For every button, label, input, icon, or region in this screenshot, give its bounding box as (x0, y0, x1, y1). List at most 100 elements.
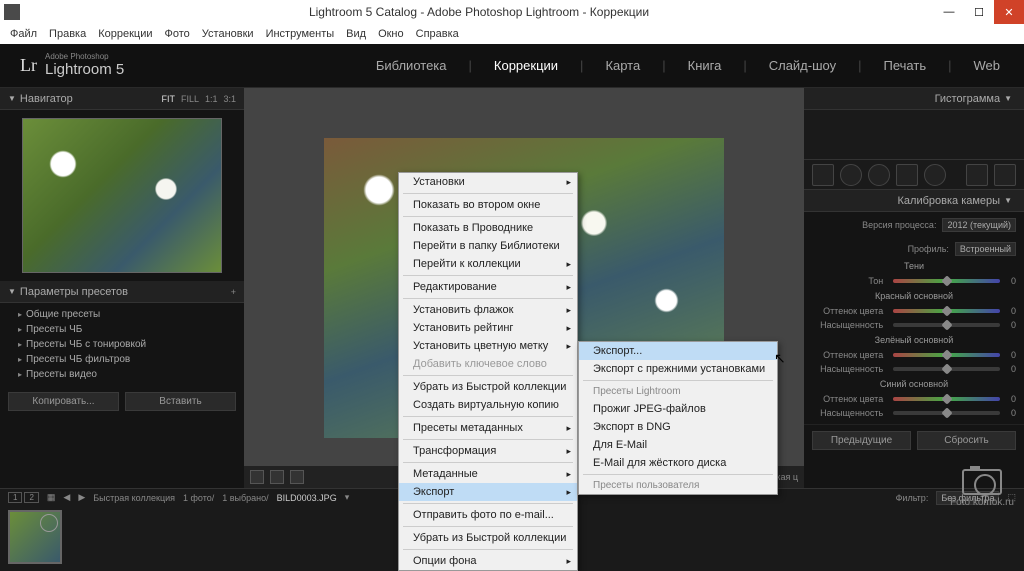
menu-item[interactable]: Экспорт... (579, 342, 777, 360)
logo-product: Lightroom 5 (45, 61, 124, 78)
module-6[interactable]: Web (970, 58, 1005, 73)
tone-value: 0 (1004, 276, 1016, 286)
module-5[interactable]: Печать (880, 58, 931, 73)
copy-button[interactable]: Копировать... (8, 392, 119, 411)
menu-правка[interactable]: Правка (43, 28, 92, 40)
reset-button[interactable]: Сбросить (917, 431, 1016, 450)
dropdown-icon[interactable]: ▾ (345, 492, 350, 503)
menu-item[interactable]: Перейти в папку Библиотеки (399, 237, 577, 255)
presets-title: Параметры пресетов (20, 286, 128, 298)
menu-item[interactable]: Для E-Mail (579, 436, 777, 454)
crop-tool-icon[interactable] (812, 164, 834, 186)
menu-item[interactable]: Отправить фото по e-mail... (399, 506, 577, 524)
survey-icon[interactable] (290, 470, 304, 484)
menu-item[interactable]: Показать в Проводнике (399, 219, 577, 237)
preset-folder[interactable]: Общие пресеты (0, 307, 244, 322)
module-0[interactable]: Библиотека (372, 58, 451, 73)
logo-vendor: Adobe Photoshop (45, 53, 124, 61)
preset-folder[interactable]: Пресеты видео (0, 367, 244, 382)
brush-tool-icon[interactable] (966, 164, 988, 186)
nav-mode-1:1[interactable]: 1:1 (205, 94, 218, 104)
paste-button[interactable]: Вставить (125, 392, 236, 411)
menu-item[interactable]: Установить флажок (399, 301, 577, 319)
menu-item[interactable]: Перейти к коллекции (399, 255, 577, 273)
histogram-header[interactable]: Гистограмма ▼ (804, 88, 1024, 110)
menu-item[interactable]: Пресеты метаданных (399, 419, 577, 437)
navigator-header[interactable]: ▼ Навигатор FITFILL1:13:1 (0, 88, 244, 110)
menu-item[interactable]: Экспорт (399, 483, 577, 501)
menu-item[interactable]: Установить цветную метку (399, 337, 577, 355)
menu-инструменты[interactable]: Инструменты (260, 28, 341, 40)
menu-item[interactable]: Установки (399, 173, 577, 191)
menu-item[interactable]: Прожиг JPEG-файлов (579, 400, 777, 418)
nav-mode-3:1[interactable]: 3:1 (223, 94, 236, 104)
radial-filter-icon[interactable] (924, 164, 946, 186)
calibration-title: Калибровка камеры (898, 195, 1001, 207)
menu-item[interactable]: Показать во втором окне (399, 196, 577, 214)
menu-item[interactable]: Экспорт с прежними установками (579, 360, 777, 378)
histogram[interactable] (804, 110, 1024, 160)
menu-справка[interactable]: Справка (410, 28, 465, 40)
menu-item[interactable]: E-Mail для жёсткого диска (579, 454, 777, 472)
menu-коррекции[interactable]: Коррекции (92, 28, 158, 40)
menu-item[interactable]: Убрать из Быстрой коллекции (399, 529, 577, 547)
collection-name[interactable]: Быстрая коллекция (93, 493, 175, 503)
menu-файл[interactable]: Файл (4, 28, 43, 40)
preset-folder[interactable]: Пресеты ЧБ фильтров (0, 352, 244, 367)
module-1[interactable]: Коррекции (490, 58, 562, 73)
menu-item[interactable]: Метаданные (399, 465, 577, 483)
switch-icon[interactable] (994, 164, 1016, 186)
menu-вид[interactable]: Вид (340, 28, 372, 40)
presets-header[interactable]: ▼ Параметры пресетов + (0, 281, 244, 303)
profile-dropdown[interactable]: Встроенный (955, 242, 1016, 256)
menu-окно[interactable]: Окно (372, 28, 410, 40)
menu-item[interactable]: Опции фона (399, 552, 577, 570)
nav-back-icon[interactable]: ◀ (63, 492, 70, 503)
menu-item[interactable]: Убрать из Быстрой коллекции (399, 378, 577, 396)
green-hue-slider[interactable] (893, 353, 1000, 357)
close-button[interactable]: ✕ (994, 0, 1024, 24)
redeye-tool-icon[interactable] (868, 164, 890, 186)
maximize-button[interactable]: ☐ (964, 0, 994, 24)
preset-folder[interactable]: Пресеты ЧБ с тонировкой (0, 337, 244, 352)
calibration-header[interactable]: Калибровка камеры ▼ (804, 190, 1024, 212)
menu-section-header: Пресеты Lightroom (579, 383, 777, 400)
menu-установки[interactable]: Установки (196, 28, 260, 40)
menu-item[interactable]: Экспорт в DNG (579, 418, 777, 436)
menu-item[interactable]: Создать виртуальную копию (399, 396, 577, 414)
module-4[interactable]: Слайд-шоу (765, 58, 840, 73)
minimize-button[interactable]: — (934, 0, 964, 24)
secondary-display-pages[interactable]: 1 2 (8, 492, 39, 503)
red-sat-slider[interactable] (893, 323, 1000, 327)
navigator-preview[interactable] (0, 110, 244, 281)
tone-slider[interactable] (893, 279, 1000, 283)
green-sat-slider[interactable] (893, 367, 1000, 371)
grid-icon[interactable]: ▦ (47, 492, 56, 503)
menu-item[interactable]: Редактирование (399, 278, 577, 296)
red-primary-label: Красный основной (812, 288, 1016, 304)
filmstrip-thumbnail[interactable] (8, 510, 62, 564)
module-3[interactable]: Книга (684, 58, 726, 73)
compare-icon[interactable] (270, 470, 284, 484)
view-mode-icon[interactable] (250, 470, 264, 484)
menu-item[interactable]: Трансформация (399, 442, 577, 460)
nav-mode-fit[interactable]: FIT (161, 94, 175, 104)
spot-tool-icon[interactable] (840, 164, 862, 186)
grad-filter-icon[interactable] (896, 164, 918, 186)
previous-button[interactable]: Предыдущие (812, 431, 911, 450)
process-version-dropdown[interactable]: 2012 (текущий) (942, 218, 1016, 232)
menu-item[interactable]: Установить рейтинг (399, 319, 577, 337)
menu-фото[interactable]: Фото (159, 28, 196, 40)
add-preset-icon[interactable]: + (231, 287, 236, 297)
blue-hue-slider[interactable] (893, 397, 1000, 401)
blue-primary-label: Синий основной (812, 376, 1016, 392)
preset-folder[interactable]: Пресеты ЧБ (0, 322, 244, 337)
window-title: Lightroom 5 Catalog - Adobe Photoshop Li… (24, 5, 934, 19)
blue-sat-slider[interactable] (893, 411, 1000, 415)
nav-mode-fill[interactable]: FILL (181, 94, 199, 104)
nav-fwd-icon[interactable]: ▶ (78, 492, 85, 503)
tone-label: Тон (812, 276, 889, 286)
module-2[interactable]: Карта (601, 58, 644, 73)
window-titlebar: Lightroom 5 Catalog - Adobe Photoshop Li… (0, 0, 1024, 24)
red-hue-slider[interactable] (893, 309, 1000, 313)
